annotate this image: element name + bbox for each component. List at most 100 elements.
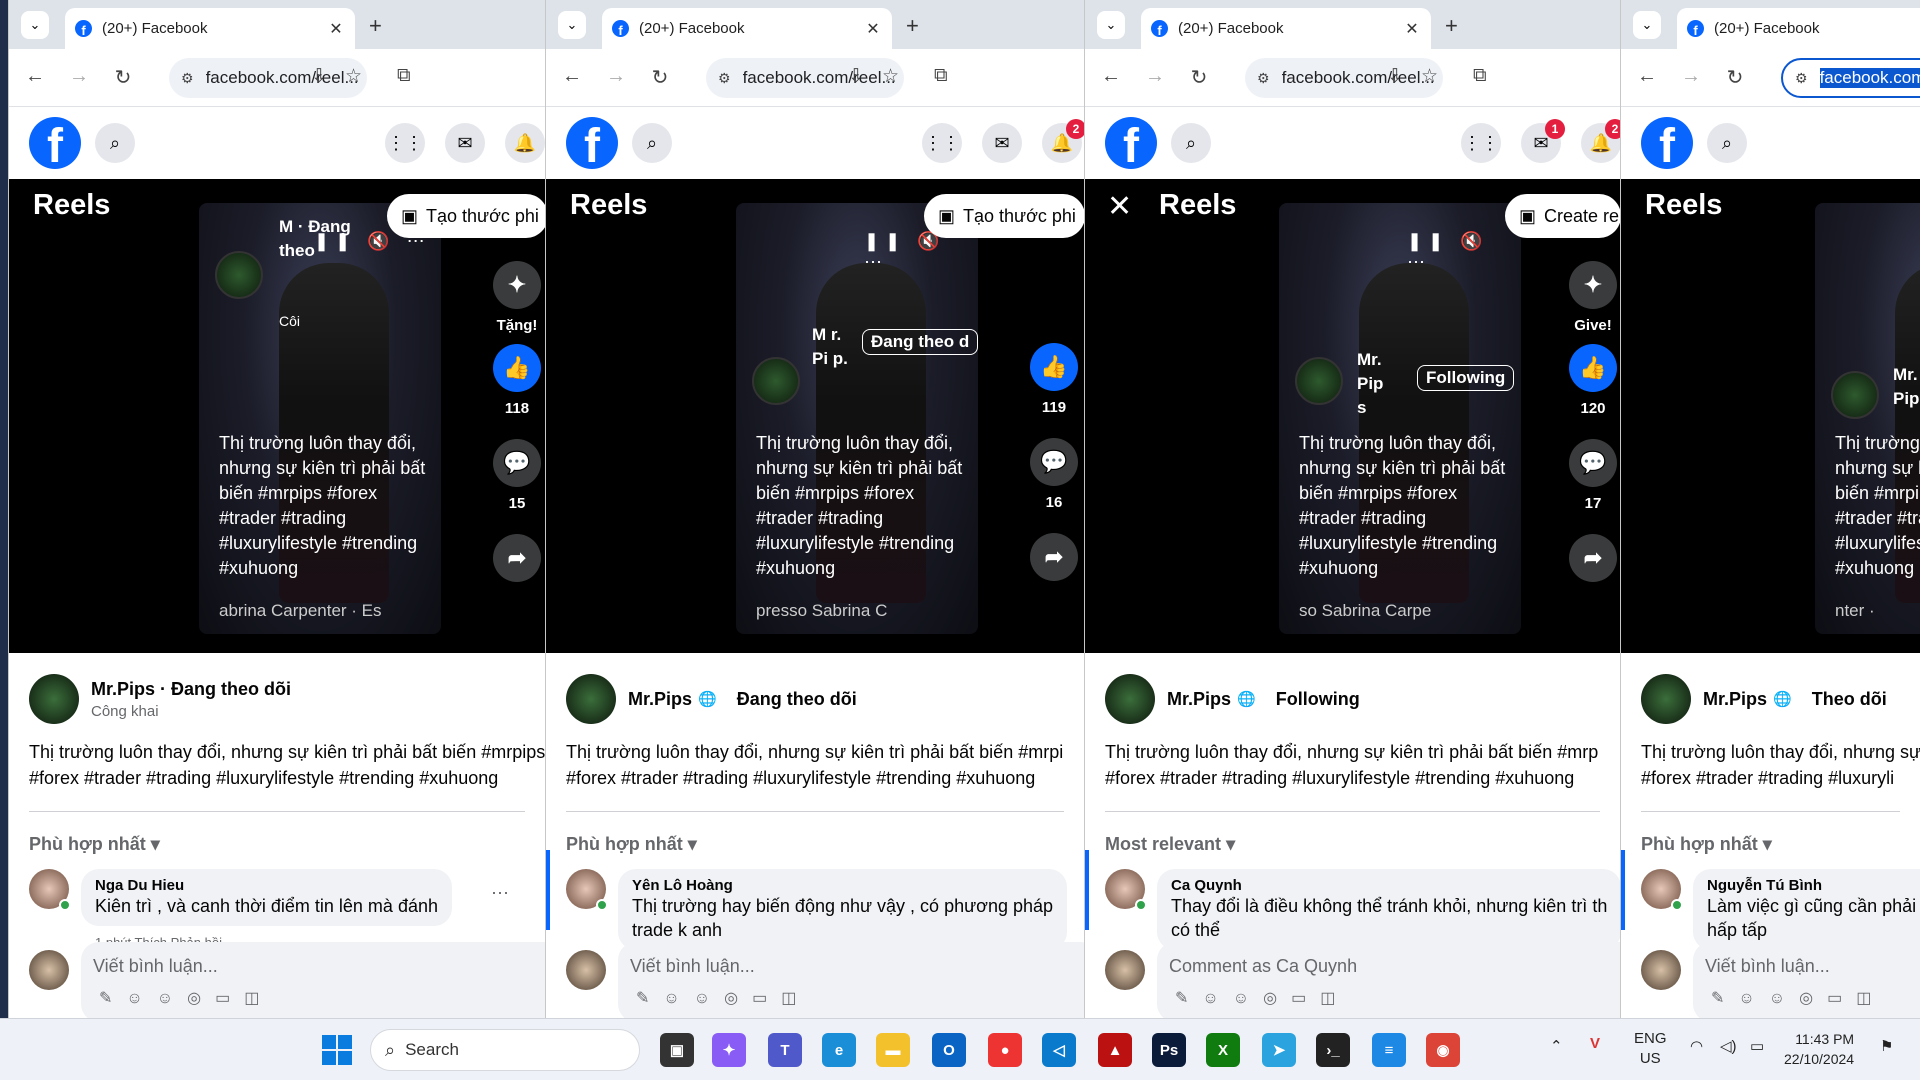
task-view-icon[interactable]: ▣ bbox=[660, 1033, 694, 1067]
composer-tools[interactable]: ✎☺☺◎▭◫ bbox=[99, 988, 273, 1008]
vivaldi-tray-icon[interactable]: V bbox=[1590, 1035, 1600, 1052]
reel-video[interactable]: ❚❚ 🔇 ⋯ M · Đang theo Côi Thị trường luôn th… bbox=[199, 203, 441, 634]
search-icon[interactable]: ⌕ bbox=[95, 123, 135, 163]
new-tab-icon[interactable]: + bbox=[1445, 13, 1458, 39]
forward-icon[interactable]: → bbox=[1143, 65, 1167, 88]
author-name[interactable]: Mr. Pips bbox=[1893, 363, 1920, 411]
extensions-icon[interactable]: ⧉ bbox=[397, 65, 411, 87]
reload-icon[interactable]: ↻ bbox=[1723, 65, 1747, 90]
install-app-icon[interactable]: ⇩ bbox=[848, 65, 864, 88]
audio-track[interactable]: abrina Carpenter · Es bbox=[219, 601, 382, 621]
notifications-bell-icon[interactable]: 🔔 2 bbox=[1581, 119, 1620, 163]
show-hidden-icons[interactable]: ⌃ bbox=[1550, 1037, 1563, 1055]
create-reel-button[interactable]: ▣ Tạo thước phi bbox=[924, 194, 1084, 238]
notifications-bell-icon[interactable]: 🔔 2 bbox=[1042, 119, 1084, 163]
address-bar[interactable]: ⚙ facebook.com bbox=[1781, 58, 1920, 98]
commenter-name[interactable]: Yên Lô Hoàng bbox=[632, 877, 1053, 894]
like-icon[interactable]: 👍 bbox=[493, 344, 541, 392]
my-avatar[interactable] bbox=[566, 950, 606, 990]
author-avatar[interactable] bbox=[566, 674, 616, 724]
forward-icon[interactable]: → bbox=[604, 65, 628, 88]
reload-icon[interactable]: ↻ bbox=[648, 65, 672, 90]
reel-video[interactable]: Mr. Pips Thị trường luôn thay đổi, nhưng … bbox=[1815, 203, 1920, 634]
forward-icon[interactable]: → bbox=[1679, 65, 1703, 88]
address-bar[interactable]: ⚙ facebook.com/reel... bbox=[169, 58, 367, 98]
comment-icon[interactable]: 💬 bbox=[493, 439, 541, 487]
search-icon[interactable]: ⌕ bbox=[632, 123, 672, 163]
commenter-name[interactable]: Nga Du Hieu bbox=[95, 877, 438, 894]
follow-status-button[interactable]: Theo dõi bbox=[1812, 689, 1887, 710]
notification-center-icon[interactable]: ⚑ bbox=[1880, 1037, 1893, 1055]
back-icon[interactable]: ← bbox=[23, 65, 47, 88]
close-tab-icon[interactable]: ✕ bbox=[327, 19, 345, 39]
chrome-profile-icon[interactable]: ● bbox=[988, 1033, 1022, 1067]
author-avatar[interactable] bbox=[1105, 674, 1155, 724]
mute-icon[interactable]: 🔇 bbox=[367, 231, 395, 251]
teams-icon[interactable]: T bbox=[768, 1033, 802, 1067]
commenter-name[interactable]: Nguyễn Tú Bình bbox=[1707, 877, 1920, 894]
language-indicator[interactable]: ENG US bbox=[1634, 1029, 1667, 1069]
mute-icon[interactable]: 🔇 bbox=[1460, 231, 1488, 251]
gift-icon[interactable]: ✦ bbox=[493, 261, 541, 309]
author-name[interactable]: M r. Pi p. bbox=[812, 323, 848, 371]
audio-track[interactable]: presso Sabrina C bbox=[756, 601, 887, 621]
app-red-icon[interactable]: ▲ bbox=[1098, 1033, 1132, 1067]
facebook-logo[interactable]: f bbox=[566, 117, 618, 169]
vscode-icon[interactable]: ◁ bbox=[1042, 1033, 1076, 1067]
author-avatar[interactable] bbox=[752, 357, 800, 405]
reload-icon[interactable]: ↻ bbox=[1187, 65, 1211, 90]
my-avatar[interactable] bbox=[1641, 950, 1681, 990]
extensions-icon[interactable]: ⧉ bbox=[1473, 65, 1487, 87]
create-reel-button[interactable]: ▣ Tạo thước phi bbox=[387, 194, 545, 238]
messenger-icon[interactable]: ✉ bbox=[445, 123, 485, 163]
author-name[interactable]: Mr. Pip s bbox=[1357, 348, 1393, 420]
tab-search-button[interactable]: ⌄ bbox=[558, 11, 586, 39]
site-info-icon[interactable]: ⚙ bbox=[718, 70, 731, 87]
tab-search-button[interactable]: ⌄ bbox=[1633, 11, 1661, 39]
close-tab-icon[interactable]: ✕ bbox=[1403, 19, 1421, 39]
create-reel-button[interactable]: ▣ Create re bbox=[1505, 194, 1620, 238]
address-bar[interactable]: ⚙ facebook.com/reel... bbox=[706, 58, 904, 98]
comment-sort-dropdown[interactable]: Most relevant ▾ bbox=[1105, 834, 1600, 855]
volume-icon[interactable]: ◁) bbox=[1720, 1037, 1737, 1055]
clock[interactable]: 11:43 PM 22/10/2024 bbox=[1784, 1029, 1854, 1069]
comment-sort-dropdown[interactable]: Phù hợp nhất ▾ bbox=[29, 834, 525, 855]
comment-sort-dropdown[interactable]: Phù hợp nhất ▾ bbox=[566, 834, 1064, 855]
share-icon[interactable]: ➦ bbox=[1569, 534, 1617, 582]
site-info-icon[interactable]: ⚙ bbox=[181, 70, 194, 87]
browser-tab[interactable]: f(20+) Facebook✕ bbox=[1677, 8, 1920, 49]
tab-search-button[interactable]: ⌄ bbox=[1097, 11, 1125, 39]
author-avatar[interactable] bbox=[215, 251, 263, 299]
facebook-logo[interactable]: f bbox=[29, 117, 81, 169]
composer-tools[interactable]: ✎☺☺◎▭◫ bbox=[1175, 988, 1349, 1008]
new-tab-icon[interactable]: + bbox=[369, 13, 382, 39]
like-icon[interactable]: 👍 bbox=[1569, 344, 1617, 392]
taskbar-search[interactable]: ⌕ Search bbox=[370, 1029, 640, 1071]
more-options-icon[interactable]: ⋯ bbox=[491, 883, 509, 904]
reload-icon[interactable]: ↻ bbox=[111, 65, 135, 90]
edge-icon[interactable]: e bbox=[822, 1033, 856, 1067]
new-tab-icon[interactable]: + bbox=[906, 13, 919, 39]
close-tab-icon[interactable]: ✕ bbox=[864, 19, 882, 39]
comment-icon[interactable]: 💬 bbox=[1569, 439, 1617, 487]
more-icon[interactable]: ⋯ bbox=[864, 252, 888, 272]
post-author-name[interactable]: Mr.Pips bbox=[1703, 689, 1767, 710]
composer-tools[interactable]: ✎☺☺◎▭◫ bbox=[636, 988, 810, 1008]
extensions-icon[interactable]: ⧉ bbox=[934, 65, 948, 87]
post-author-name[interactable]: Mr.Pips bbox=[628, 689, 692, 710]
author-avatar[interactable] bbox=[1831, 371, 1879, 419]
menu-grid-icon[interactable]: ⋮⋮ bbox=[922, 123, 962, 163]
pause-icon[interactable]: ❚❚ bbox=[1407, 231, 1449, 251]
file-explorer-icon[interactable]: ▬ bbox=[876, 1033, 910, 1067]
notifications-bell-icon[interactable]: 🔔 bbox=[505, 123, 545, 163]
xbox-icon[interactable]: X bbox=[1206, 1033, 1240, 1067]
messenger-icon[interactable]: ✉ bbox=[982, 123, 1022, 163]
my-avatar[interactable] bbox=[29, 950, 69, 990]
close-icon[interactable]: ✕ bbox=[1107, 189, 1132, 224]
browser-tab[interactable]: f(20+) Facebook✕ bbox=[1141, 8, 1431, 49]
author-avatar[interactable] bbox=[29, 674, 79, 724]
commenter-name[interactable]: Ca Quynh bbox=[1171, 877, 1607, 894]
comment-sort-dropdown[interactable]: Phù hợp nhất ▾ bbox=[1641, 834, 1900, 855]
follow-status-button[interactable]: Following bbox=[1276, 689, 1360, 710]
search-icon[interactable]: ⌕ bbox=[1171, 123, 1211, 163]
